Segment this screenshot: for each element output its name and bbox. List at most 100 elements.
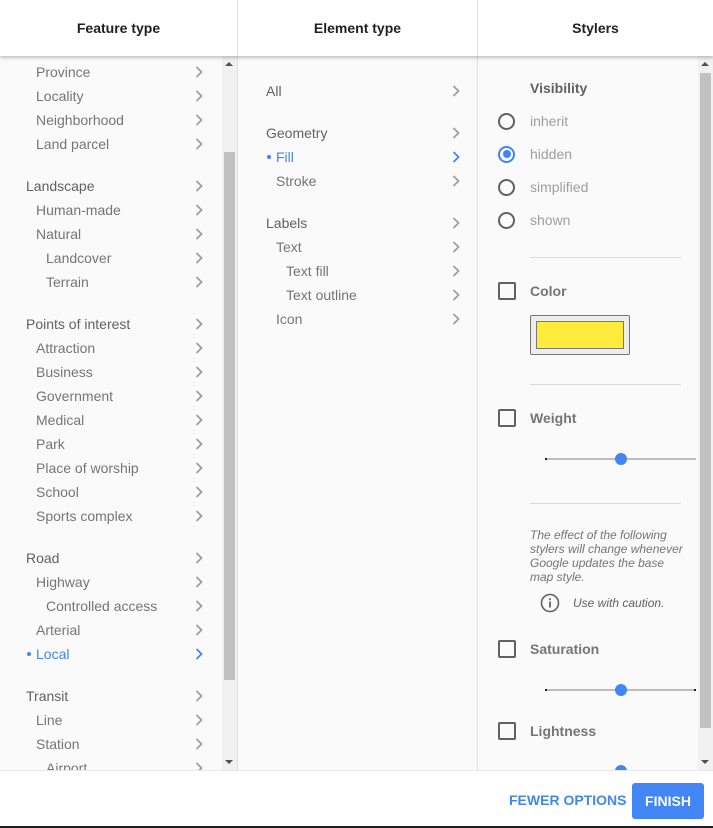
feature-type-item[interactable]: Road [26, 546, 204, 570]
element-type-item[interactable]: Labels [266, 211, 461, 235]
chevron-right-icon[interactable] [194, 504, 204, 528]
weight-checkbox[interactable] [498, 409, 516, 427]
feature-type-item[interactable]: Controlled access [46, 594, 204, 618]
chevron-right-icon[interactable] [194, 708, 204, 732]
feature-type-item[interactable]: Landcover [46, 246, 204, 270]
slider-knob[interactable] [614, 684, 627, 696]
scroll-up-arrow-icon[interactable] [225, 62, 233, 66]
feature-type-item[interactable]: Place of worship [36, 456, 204, 480]
stylers-scrollbar[interactable] [698, 56, 713, 770]
radio-button[interactable] [498, 112, 515, 130]
feature-type-item[interactable]: Line [36, 708, 204, 732]
chevron-right-icon[interactable] [194, 594, 204, 618]
radio-button[interactable] [498, 211, 515, 229]
element-type-item[interactable]: Text outline [286, 283, 461, 307]
color-swatch-button[interactable] [530, 315, 630, 355]
lightness-checkbox[interactable] [498, 722, 516, 740]
element-type-item[interactable]: All [266, 79, 461, 103]
feature-type-item[interactable]: Human-made [36, 198, 204, 222]
element-type-item[interactable]: Icon [276, 307, 461, 331]
radio-button-selected[interactable] [498, 145, 515, 163]
feature-type-item[interactable]: Neighborhood [36, 108, 204, 132]
feature-type-item[interactable]: Station [36, 732, 204, 756]
feature-type-item[interactable]: Arterial [36, 618, 204, 642]
chevron-right-icon[interactable] [451, 169, 461, 193]
chevron-right-icon[interactable] [194, 642, 204, 666]
feature-type-item[interactable]: Province [36, 60, 204, 84]
chevron-right-icon[interactable] [194, 432, 204, 456]
finish-button[interactable]: FINISH [632, 783, 704, 819]
saturation-toggle[interactable]: Saturation [498, 637, 599, 661]
element-type-item[interactable]: Stroke [276, 169, 461, 193]
visibility-option-hidden[interactable]: hidden [498, 142, 572, 166]
saturation-checkbox[interactable] [498, 640, 516, 658]
feature-list-scrollbar[interactable] [222, 56, 237, 770]
color-checkbox[interactable] [498, 282, 516, 300]
chevron-right-icon[interactable] [451, 307, 461, 331]
weight-slider[interactable] [545, 452, 696, 466]
fewer-options-button[interactable]: FEWER OPTIONS [500, 783, 635, 817]
feature-type-item[interactable]: Attraction [36, 336, 204, 360]
visibility-option-shown[interactable]: shown [498, 208, 570, 232]
feature-type-item[interactable]: Local [27, 642, 204, 666]
chevron-right-icon[interactable] [194, 756, 204, 770]
scrollbar-thumb[interactable] [224, 152, 235, 680]
lightness-toggle[interactable]: Lightness [498, 719, 596, 743]
chevron-right-icon[interactable] [194, 618, 204, 642]
chevron-right-icon[interactable] [451, 79, 461, 103]
chevron-right-icon[interactable] [194, 456, 204, 480]
chevron-right-icon[interactable] [194, 312, 204, 336]
chevron-right-icon[interactable] [194, 132, 204, 156]
chevron-right-icon[interactable] [194, 336, 204, 360]
feature-type-item[interactable]: Medical [36, 408, 204, 432]
radio-button[interactable] [498, 178, 515, 196]
scroll-down-arrow-icon[interactable] [701, 760, 709, 764]
chevron-right-icon[interactable] [194, 408, 204, 432]
feature-type-item[interactable]: Sports complex [36, 504, 204, 528]
chevron-right-icon[interactable] [194, 222, 204, 246]
chevron-right-icon[interactable] [451, 259, 461, 283]
visibility-option-simplified[interactable]: simplified [498, 175, 588, 199]
scrollbar-thumb[interactable] [700, 73, 711, 728]
chevron-right-icon[interactable] [194, 60, 204, 84]
feature-type-item[interactable]: Terrain [46, 270, 204, 294]
chevron-right-icon[interactable] [451, 283, 461, 307]
feature-type-item[interactable]: Business [36, 360, 204, 384]
chevron-right-icon[interactable] [194, 384, 204, 408]
color-toggle[interactable]: Color [498, 279, 567, 303]
chevron-right-icon[interactable] [194, 684, 204, 708]
feature-type-item[interactable]: Transit [26, 684, 204, 708]
scroll-down-arrow-icon[interactable] [225, 760, 233, 764]
element-type-item[interactable]: Text [276, 235, 461, 259]
feature-type-item[interactable]: Park [36, 432, 204, 456]
element-type-item[interactable]: Fill [267, 145, 461, 169]
chevron-right-icon[interactable] [194, 732, 204, 756]
chevron-right-icon[interactable] [194, 174, 204, 198]
chevron-right-icon[interactable] [194, 84, 204, 108]
element-type-item[interactable]: Geometry [266, 121, 461, 145]
chevron-right-icon[interactable] [451, 121, 461, 145]
chevron-right-icon[interactable] [194, 546, 204, 570]
weight-toggle[interactable]: Weight [498, 406, 576, 430]
feature-type-item[interactable]: Land parcel [36, 132, 204, 156]
chevron-right-icon[interactable] [194, 480, 204, 504]
slider-knob[interactable] [614, 453, 627, 465]
chevron-right-icon[interactable] [194, 270, 204, 294]
feature-type-item[interactable]: School [36, 480, 204, 504]
feature-type-item[interactable]: Natural [36, 222, 204, 246]
visibility-option-inherit[interactable]: inherit [498, 109, 568, 133]
chevron-right-icon[interactable] [194, 246, 204, 270]
feature-type-item[interactable]: Points of interest [26, 312, 204, 336]
saturation-slider[interactable] [545, 683, 696, 697]
feature-type-item[interactable]: Government [36, 384, 204, 408]
chevron-right-icon[interactable] [194, 108, 204, 132]
element-type-item[interactable]: Text fill [286, 259, 461, 283]
feature-type-item[interactable]: Highway [36, 570, 204, 594]
scroll-up-arrow-icon[interactable] [701, 62, 709, 66]
chevron-right-icon[interactable] [451, 235, 461, 259]
feature-type-item[interactable]: Locality [36, 84, 204, 108]
chevron-right-icon[interactable] [194, 198, 204, 222]
chevron-right-icon[interactable] [451, 211, 461, 235]
chevron-right-icon[interactable] [194, 360, 204, 384]
feature-type-item[interactable]: Landscape [26, 174, 204, 198]
